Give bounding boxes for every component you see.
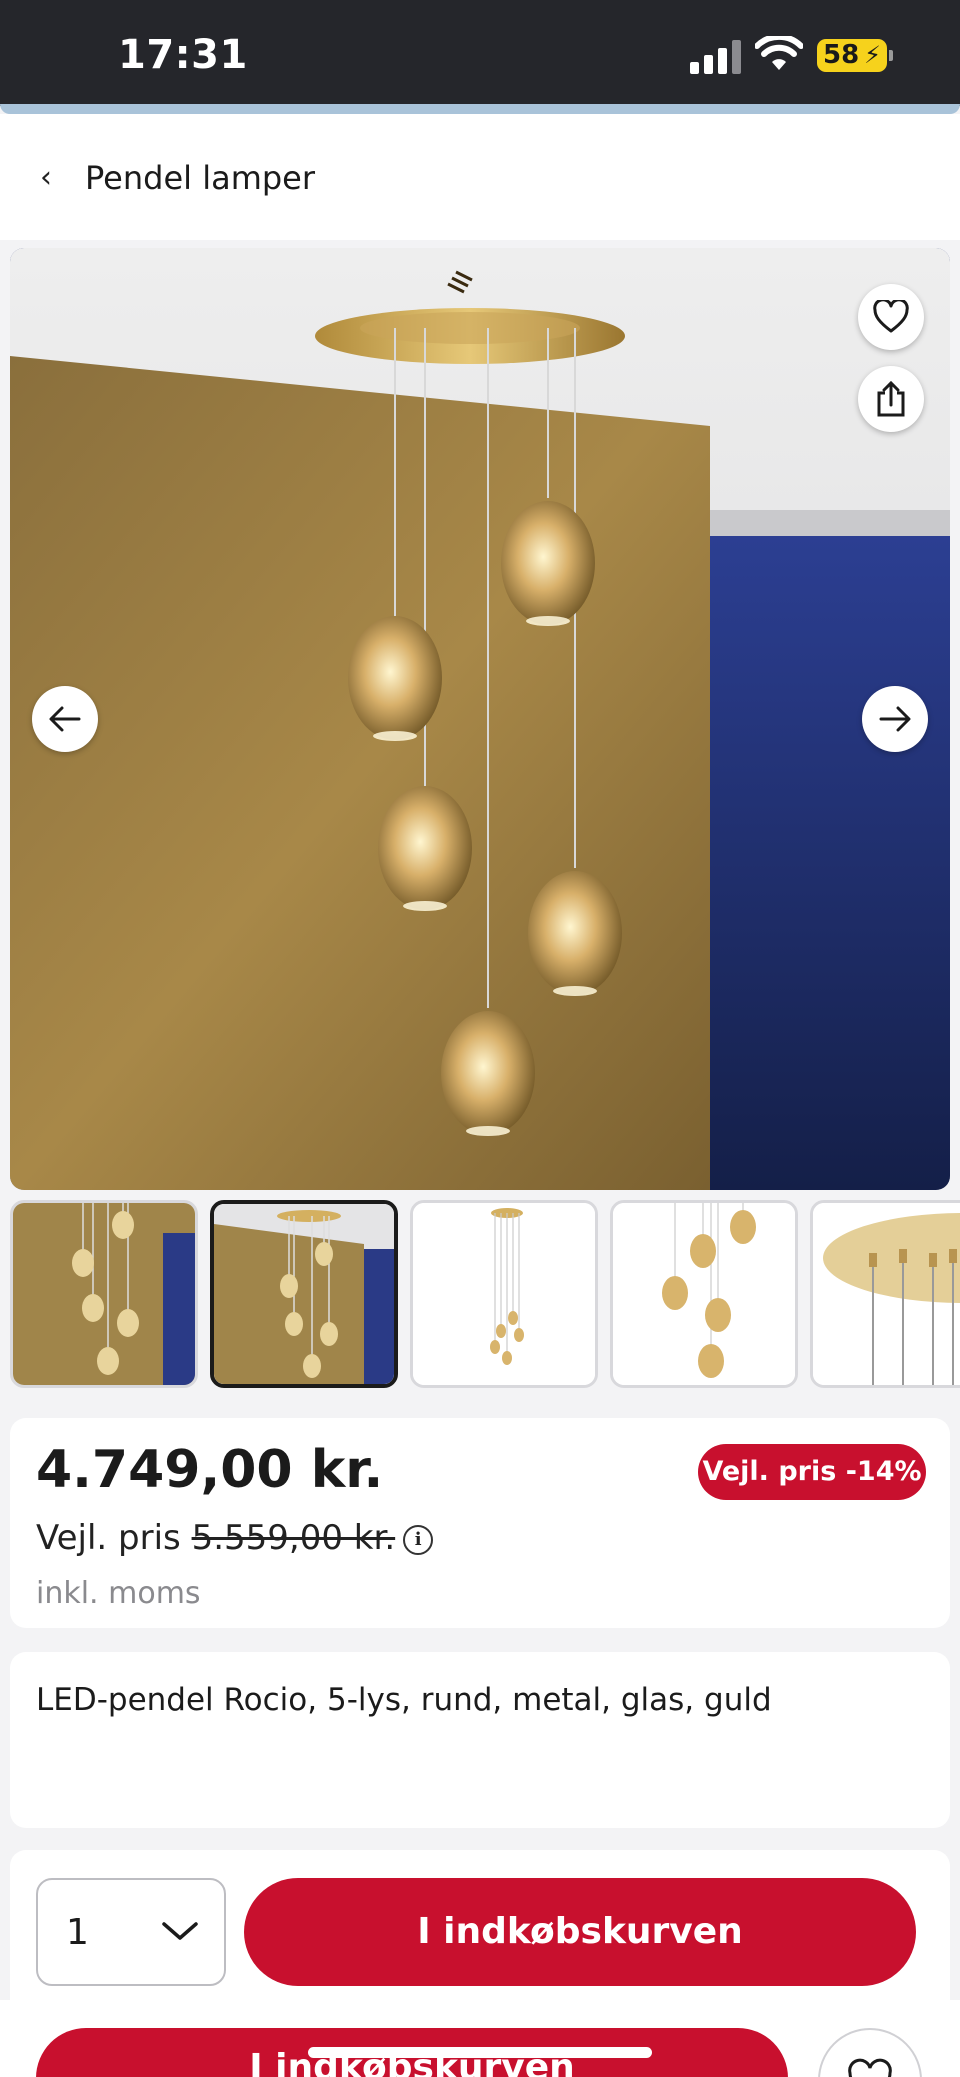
page-header: ‹ Pendel lamper: [0, 114, 960, 240]
thumbnail-1[interactable]: [10, 1200, 198, 1388]
add-to-cart-card: 1 I indkøbskurven: [10, 1850, 950, 2000]
home-indicator: [308, 2047, 652, 2058]
current-price: 4.749,00 kr.: [36, 1440, 384, 1500]
rrp-label: Vejl. pris: [36, 1518, 181, 1558]
product-title: LED-pendel Rocio, 5-lys, rund, metal, gl…: [36, 1682, 772, 1718]
heart-icon: [873, 300, 909, 333]
page-load-progress: [0, 104, 960, 114]
status-bar: 17:31 58 ⚡: [0, 0, 960, 106]
thumbnail-strip: [10, 1200, 960, 1390]
add-to-cart-button[interactable]: I indkøbskurven: [244, 1878, 916, 1986]
previous-image-button[interactable]: [32, 686, 98, 752]
back-chevron-icon[interactable]: ‹: [40, 160, 52, 195]
thumbnail-3[interactable]: [410, 1200, 598, 1388]
breadcrumb-back-link[interactable]: Pendel lamper: [85, 159, 315, 197]
vat-note: inkl. moms: [36, 1576, 201, 1611]
quantity-select[interactable]: 1: [36, 1878, 226, 1986]
arrow-left-icon: [49, 706, 81, 732]
recommended-price: Vejl. pris 5.559,00 kr. i: [36, 1518, 434, 1558]
battery-level: 58: [823, 40, 860, 70]
sticky-cart-bar: I indkøbskurven: [0, 2000, 960, 2077]
chevron-down-icon: [162, 1922, 198, 1940]
arrow-right-icon: [879, 706, 911, 732]
wifi-icon: [755, 36, 803, 70]
thumbnail-5[interactable]: [810, 1200, 960, 1388]
price-card: 4.749,00 kr. Vejl. pris 5.559,00 kr. i in…: [10, 1418, 950, 1628]
product-main-image[interactable]: [10, 248, 950, 1190]
product-title-card: LED-pendel Rocio, 5-lys, rund, metal, gl…: [10, 1652, 950, 1828]
share-button[interactable]: [858, 366, 924, 432]
info-icon[interactable]: i: [403, 1525, 434, 1555]
sticky-favorite-button[interactable]: [818, 2028, 922, 2077]
cellular-signal-icon: [690, 40, 741, 74]
thumbnail-4[interactable]: [610, 1200, 798, 1388]
thumbnail-2[interactable]: [210, 1200, 398, 1388]
status-time: 17:31: [118, 32, 248, 78]
charging-bolt-icon: ⚡: [864, 41, 881, 69]
favorite-button[interactable]: [858, 284, 924, 350]
quantity-value: 1: [66, 1912, 89, 1953]
discount-badge: Vejl. pris -14%: [698, 1444, 926, 1500]
pendant-lamp-photo: [10, 248, 950, 1190]
share-icon: [877, 381, 905, 417]
battery-icon: 58 ⚡: [817, 39, 893, 72]
rrp-value: 5.559,00 kr.: [191, 1518, 396, 1558]
next-image-button[interactable]: [862, 686, 928, 752]
heart-icon: [848, 2058, 892, 2077]
